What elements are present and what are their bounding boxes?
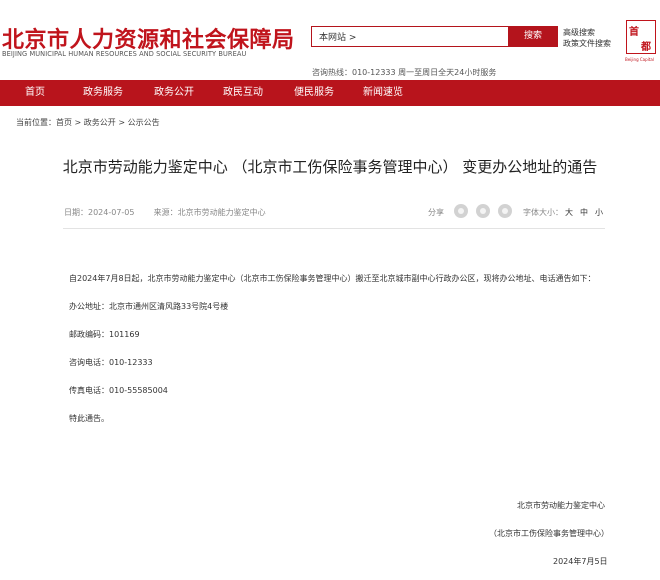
font-size-large[interactable]: 大 <box>565 207 573 218</box>
share-label: 分享 <box>428 208 444 217</box>
qq-share-icon[interactable] <box>498 204 512 218</box>
weibo-share-icon[interactable] <box>476 204 490 218</box>
signature-org: 北京市劳动能力鉴定中心 <box>517 501 605 510</box>
article-paragraph: 传真电话：010-55585004 <box>69 386 168 395</box>
policy-search-link[interactable]: 政策文件搜索 <box>563 38 611 49</box>
advanced-search-link[interactable]: 高级搜索 <box>563 27 611 38</box>
signature-date: 2024年7月5日 <box>553 557 608 566</box>
main-nav: 首页 政务服务 政务公开 政民互动 便民服务 新闻速览 <box>0 80 660 106</box>
article-paragraph: 办公地址：北京市通州区清风路33号院4号楼 <box>69 302 229 311</box>
capital-seal-icon[interactable]: 首 都 Beijing Capital <box>625 20 656 62</box>
article-paragraph: 邮政编码：101169 <box>69 330 140 339</box>
search-links: 高级搜索 政策文件搜索 <box>563 27 611 49</box>
hotline-text: 咨询热线：010-12333 周一至周日全天24小时服务 <box>312 68 497 77</box>
meta-divider <box>63 228 605 229</box>
signature-org-secondary: （北京市工伤保险事务管理中心） <box>489 529 609 538</box>
search-scope-selector[interactable]: 本网站 > <box>319 30 356 43</box>
seal-caption: Beijing Capital <box>625 57 654 62</box>
article-paragraph: 自2024年7月8日起，北京市劳动能力鉴定中心（北京市工伤保险事务管理中心）搬迁… <box>69 274 596 283</box>
seal-char-1: 首 <box>629 27 639 38</box>
nav-item-public[interactable]: 政务公开 <box>154 80 194 106</box>
article-meta: 日期：2024-07-05 来源：北京市劳动能力鉴定中心 <box>64 207 266 218</box>
nav-item-convenience[interactable]: 便民服务 <box>294 80 334 106</box>
wechat-share-icon[interactable] <box>454 204 468 218</box>
page-title: 北京市劳动能力鉴定中心 （北京市工伤保险事务管理中心） 变更办公地址的通告 <box>62 158 598 176</box>
nav-item-news[interactable]: 新闻速览 <box>363 80 403 106</box>
article-source: 来源：北京市劳动能力鉴定中心 <box>153 208 266 217</box>
article-paragraph: 咨询电话：010-12333 <box>69 358 153 367</box>
nav-item-interaction[interactable]: 政民互动 <box>223 80 263 106</box>
search-button[interactable]: 搜索 <box>508 26 558 47</box>
breadcrumb[interactable]: 当前位置：首页 > 政务公开 > 公示公告 <box>16 117 160 128</box>
font-size-medium[interactable]: 中 <box>580 207 588 218</box>
nav-item-services[interactable]: 政务服务 <box>83 80 123 106</box>
seal-char-2: 都 <box>641 42 651 53</box>
article-paragraph: 特此通告。 <box>69 414 109 423</box>
font-size-label: 字体大小： <box>523 208 563 217</box>
article-date: 日期：2024-07-05 <box>64 208 135 217</box>
font-size-small[interactable]: 小 <box>595 207 603 218</box>
site-header: 北京市人力资源和社会保障局 BEIJING MUNICIPAL HUMAN RE… <box>0 0 660 80</box>
search-input[interactable]: 本网站 > <box>311 26 508 47</box>
nav-item-home[interactable]: 首页 <box>25 80 45 106</box>
site-logo-subtitle: BEIJING MUNICIPAL HUMAN RESOURCES AND SO… <box>2 50 247 58</box>
